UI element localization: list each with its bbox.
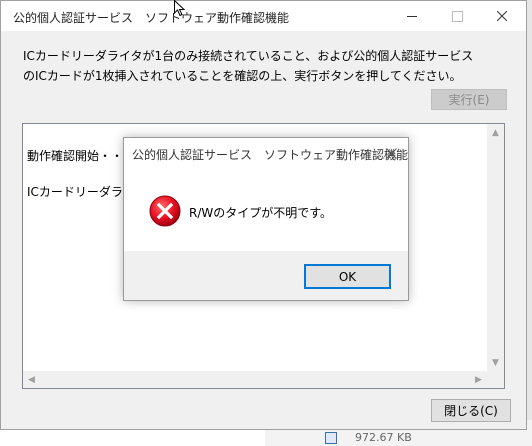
horizontal-scrollbar[interactable]: ◀ ▶ — [23, 371, 487, 388]
minimize-button[interactable] — [392, 1, 432, 31]
window-title: 公的個人認証サービス ソフトウェア動作確認機能 — [13, 11, 290, 25]
close-button[interactable]: 閉じる(C) — [431, 399, 511, 422]
ok-button[interactable]: OK — [304, 264, 391, 289]
run-button[interactable]: 実行(E) — [431, 89, 507, 110]
minimize-icon — [407, 15, 417, 17]
error-dialog: 公的個人認証サービス ソフトウェア動作確認機能 R/Wのタイプが不明です。 OK — [123, 137, 409, 301]
instruction-text: ICカードリーダライタが1台のみ接続されていること、および公的個人認証サービス … — [23, 46, 474, 86]
file-icon — [325, 432, 337, 444]
close-icon — [385, 147, 397, 159]
file-size-label: 972.67 KB — [355, 431, 412, 444]
scrollbar-corner — [487, 371, 504, 388]
scroll-up-icon[interactable]: ▲ — [487, 124, 504, 141]
scroll-right-icon[interactable]: ▶ — [470, 371, 487, 388]
maximize-button[interactable] — [437, 1, 477, 31]
instruction-line-1: ICカードリーダライタが1台のみ接続されていること、および公的個人認証サービス — [23, 49, 474, 63]
window-close-button[interactable] — [482, 1, 522, 31]
title-bar[interactable]: 公的個人認証サービス ソフトウェア動作確認機能 — [1, 1, 526, 31]
dialog-message: R/Wのタイプが不明です。 — [189, 206, 333, 220]
instruction-line-2: のICカードが1枚挿入されていることを確認の上、実行ボタンを押してください。 — [23, 69, 462, 83]
close-icon — [497, 11, 507, 21]
scroll-left-icon[interactable]: ◀ — [23, 371, 40, 388]
dialog-close-button[interactable] — [380, 143, 402, 163]
maximize-icon — [451, 10, 463, 22]
scroll-down-icon[interactable]: ▼ — [487, 354, 504, 371]
error-icon — [149, 195, 181, 227]
mouse-cursor-icon — [174, 0, 186, 16]
dialog-content: 公的個人認証サービス ソフトウェア動作確認機能 R/Wのタイプが不明です。 — [124, 138, 408, 251]
vertical-scrollbar[interactable]: ▲ ▼ — [487, 124, 504, 371]
dialog-title: 公的個人認証サービス ソフトウェア動作確認機能 — [132, 148, 409, 162]
